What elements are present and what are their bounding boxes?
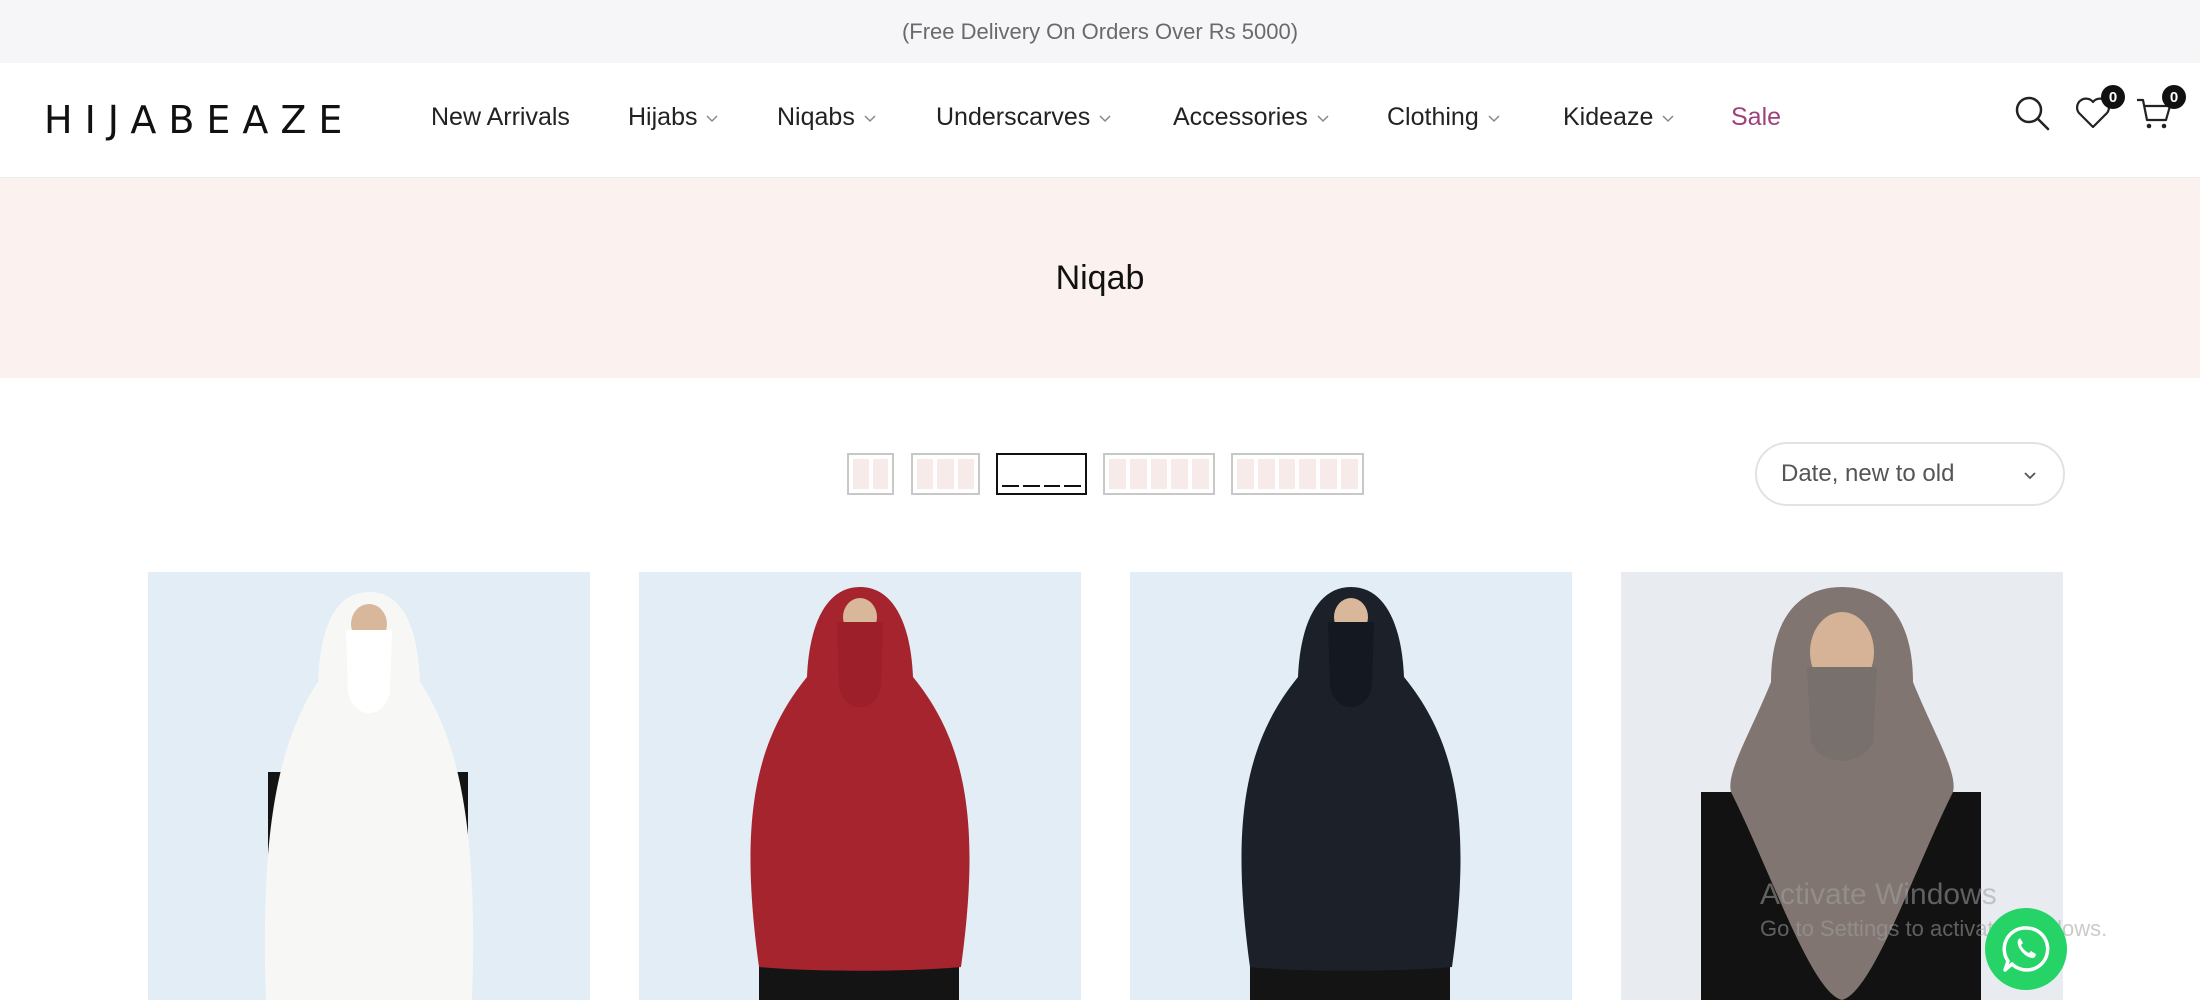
announcement-text: (Free Delivery On Orders Over Rs 5000) <box>901 18 1299 44</box>
whatsapp-chat-button[interactable] <box>1985 908 2067 990</box>
nav-item-underscarves[interactable]: Underscarves <box>936 103 1112 132</box>
collection-hero: Niqab <box>0 178 2200 378</box>
chevron-down-icon <box>864 114 876 122</box>
layout-6-columns-button[interactable] <box>1231 453 1364 495</box>
nav-label: Clothing <box>1387 103 1479 131</box>
chevron-down-icon <box>1662 114 1674 122</box>
layout-4-columns-button[interactable] <box>996 453 1087 495</box>
cart-button[interactable]: 0 <box>2134 85 2186 133</box>
chevron-down-icon <box>1099 114 1111 122</box>
nav-label: Kideaze <box>1563 103 1654 131</box>
layout-5-columns-button[interactable] <box>1103 453 1215 495</box>
product-card[interactable] <box>148 572 590 1000</box>
wishlist-button[interactable]: 0 <box>2073 85 2125 133</box>
nav-label: Underscarves <box>936 103 1091 131</box>
nav-item-kideaze[interactable]: Kideaze <box>1563 103 1675 132</box>
sort-selected-value: Date, new to old <box>1781 460 1955 487</box>
product-card[interactable] <box>639 572 1081 1000</box>
watermark-line-1: Activate Windows <box>1760 878 1997 911</box>
logo[interactable]: HIJABEAZE <box>44 98 354 142</box>
nav-item-niqabs[interactable]: Niqabs <box>777 103 877 132</box>
product-card[interactable] <box>1130 572 1572 1000</box>
product-image <box>1130 572 1572 1000</box>
nav-item-clothing[interactable]: Clothing <box>1387 103 1501 132</box>
site-header: HIJABEAZE New Arrivals Hijabs Niqabs Und… <box>0 63 2200 178</box>
page-title: Niqab <box>1055 258 1145 297</box>
nav-label: Hijabs <box>628 103 698 131</box>
product-image <box>639 572 1081 1000</box>
search-icon[interactable] <box>2012 93 2052 133</box>
nav-label: Niqabs <box>777 103 855 131</box>
nav-item-new-arrivals[interactable]: New Arrivals <box>431 103 570 132</box>
nav-label: Accessories <box>1173 103 1308 131</box>
chevron-down-icon <box>1488 114 1500 122</box>
nav-item-sale[interactable]: Sale <box>1731 103 1781 132</box>
nav-label: Sale <box>1731 103 1782 131</box>
chevron-down-icon <box>2024 472 2036 480</box>
nav-item-hijabs[interactable]: Hijabs <box>628 103 719 132</box>
announcement-bar: (Free Delivery On Orders Over Rs 5000) <box>0 0 2200 63</box>
chevron-down-icon <box>1317 114 1329 122</box>
product-image <box>148 572 590 1000</box>
collection-toolbar: Date, new to old <box>0 430 2200 520</box>
nav-item-accessories[interactable]: Accessories <box>1173 103 1330 132</box>
nav-label: New Arrivals <box>431 103 570 131</box>
layout-2-columns-button[interactable] <box>847 453 894 495</box>
layout-3-columns-button[interactable] <box>911 453 980 495</box>
cart-count-badge: 0 <box>2162 85 2186 109</box>
whatsapp-icon <box>2002 926 2050 972</box>
chevron-down-icon <box>706 114 719 122</box>
sort-select[interactable]: Date, new to old <box>1755 442 2065 506</box>
wishlist-count-badge: 0 <box>2101 85 2125 109</box>
